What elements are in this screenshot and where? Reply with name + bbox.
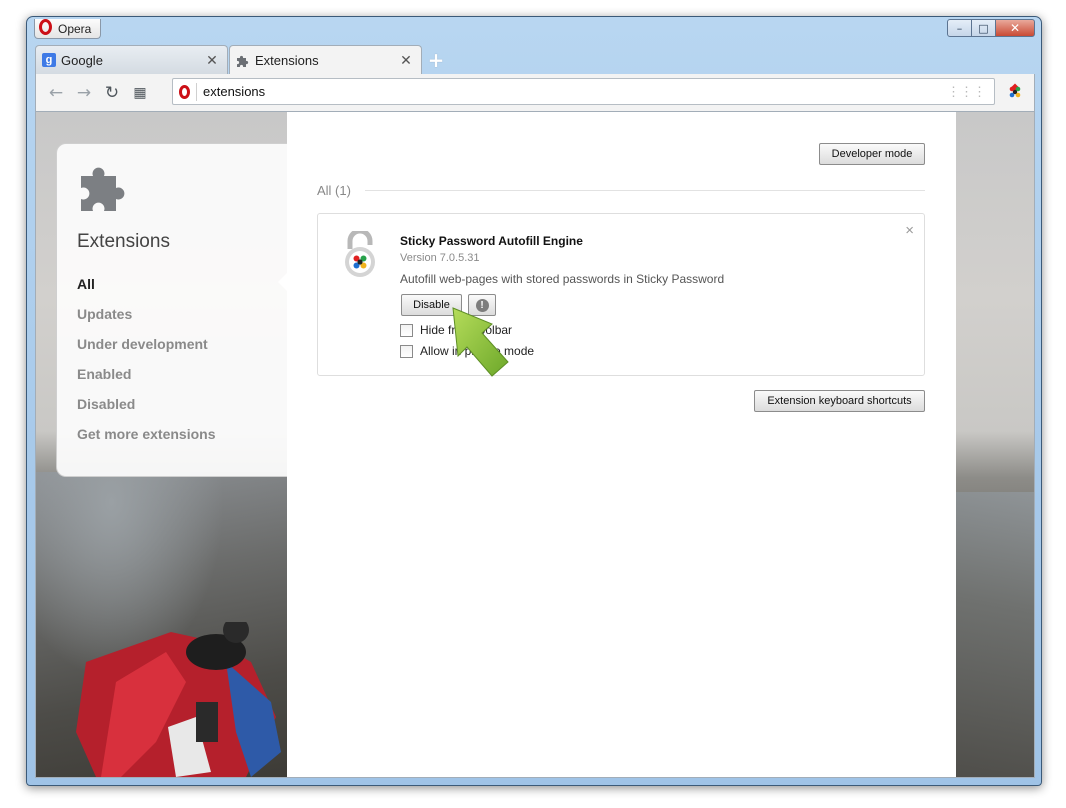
extension-keyboard-shortcuts-button[interactable]: Extension keyboard shortcuts: [754, 390, 925, 412]
sidebar-item-all[interactable]: All: [77, 275, 288, 305]
sticky-password-extension-icon[interactable]: [1006, 83, 1024, 101]
sidebar-item-get-more-extensions[interactable]: Get more extensions: [77, 425, 288, 455]
sidebar-item-updates[interactable]: Updates: [77, 305, 288, 335]
wingsuit-flyer-image: [76, 622, 281, 777]
green-pointer-arrow-icon: [452, 307, 509, 377]
extensions-main-panel: Developer mode All (1) × Sticky Password…: [287, 112, 956, 777]
speed-dial-grid-icon[interactable]: ⋮⋮⋮: [947, 84, 986, 100]
address-bar[interactable]: extensions ⋮⋮⋮: [172, 78, 995, 105]
developer-mode-button[interactable]: Developer mode: [819, 143, 925, 165]
maximize-button[interactable]: □: [971, 19, 996, 37]
minimize-icon: –: [956, 21, 963, 35]
browser-window: Opera – □ ✕ g Google ✕ Extensions ✕ + ← …: [26, 16, 1042, 786]
opera-menu-button[interactable]: Opera: [34, 18, 101, 39]
tab-close-icon[interactable]: ✕: [399, 52, 413, 69]
window-controls: – □ ✕: [947, 19, 1035, 37]
tab-google[interactable]: g Google ✕: [35, 45, 228, 74]
extensions-sidebar: Extensions All Updates Under development…: [56, 143, 288, 477]
speed-dial-button[interactable]: ▦: [126, 79, 154, 107]
tab-close-icon[interactable]: ✕: [205, 52, 219, 69]
hide-from-toolbar-checkbox[interactable]: [400, 323, 413, 337]
address-text[interactable]: extensions: [203, 84, 265, 99]
new-tab-button[interactable]: +: [427, 50, 445, 70]
close-icon: ✕: [1009, 21, 1021, 35]
tab-title: Google: [61, 52, 103, 68]
close-window-button[interactable]: ✕: [995, 19, 1035, 37]
tab-title: Extensions: [255, 53, 319, 68]
forward-button[interactable]: →: [70, 79, 98, 107]
puzzle-piece-icon: [81, 167, 125, 211]
opera-logo-icon: [179, 84, 190, 99]
remove-extension-icon[interactable]: ×: [905, 222, 914, 239]
puzzle-favicon-icon: [236, 54, 250, 68]
google-favicon-icon: g: [42, 53, 56, 67]
extension-version: Version 7.0.5.31: [400, 252, 480, 264]
sidebar-item-under-development[interactable]: Under development: [77, 335, 288, 365]
opera-logo-icon: [39, 18, 52, 35]
section-divider: [364, 189, 925, 191]
back-button[interactable]: ←: [42, 79, 70, 107]
section-title: All (1): [317, 182, 351, 198]
address-divider: [196, 82, 197, 101]
sidebar-item-enabled[interactable]: Enabled: [77, 365, 288, 395]
reload-button[interactable]: ↻: [98, 79, 126, 107]
sidebar-item-disabled[interactable]: Disabled: [77, 395, 288, 425]
maximize-icon: □: [978, 21, 989, 35]
allow-private-mode-checkbox[interactable]: [400, 344, 413, 358]
sidebar-title: Extensions: [77, 231, 170, 252]
background-mountain: [956, 492, 1034, 777]
extension-card: × Sticky Password Autofill Engine Versio…: [317, 213, 925, 377]
navigation-toolbar: ← → ↻ ▦ extensions ⋮⋮⋮: [35, 74, 1035, 112]
minimize-button[interactable]: –: [947, 19, 972, 37]
extension-name: Sticky Password Autofill Engine: [400, 234, 583, 248]
extension-description: Autofill web-pages with stored passwords…: [400, 272, 725, 286]
page-content: Extensions All Updates Under development…: [35, 111, 1035, 778]
sticky-password-lock-icon: [345, 231, 375, 277]
tab-extensions[interactable]: Extensions ✕: [229, 45, 422, 75]
section-header: All (1): [317, 182, 925, 198]
opera-menu-label: Opera: [58, 21, 92, 36]
tab-strip: g Google ✕ Extensions ✕ +: [35, 45, 445, 75]
